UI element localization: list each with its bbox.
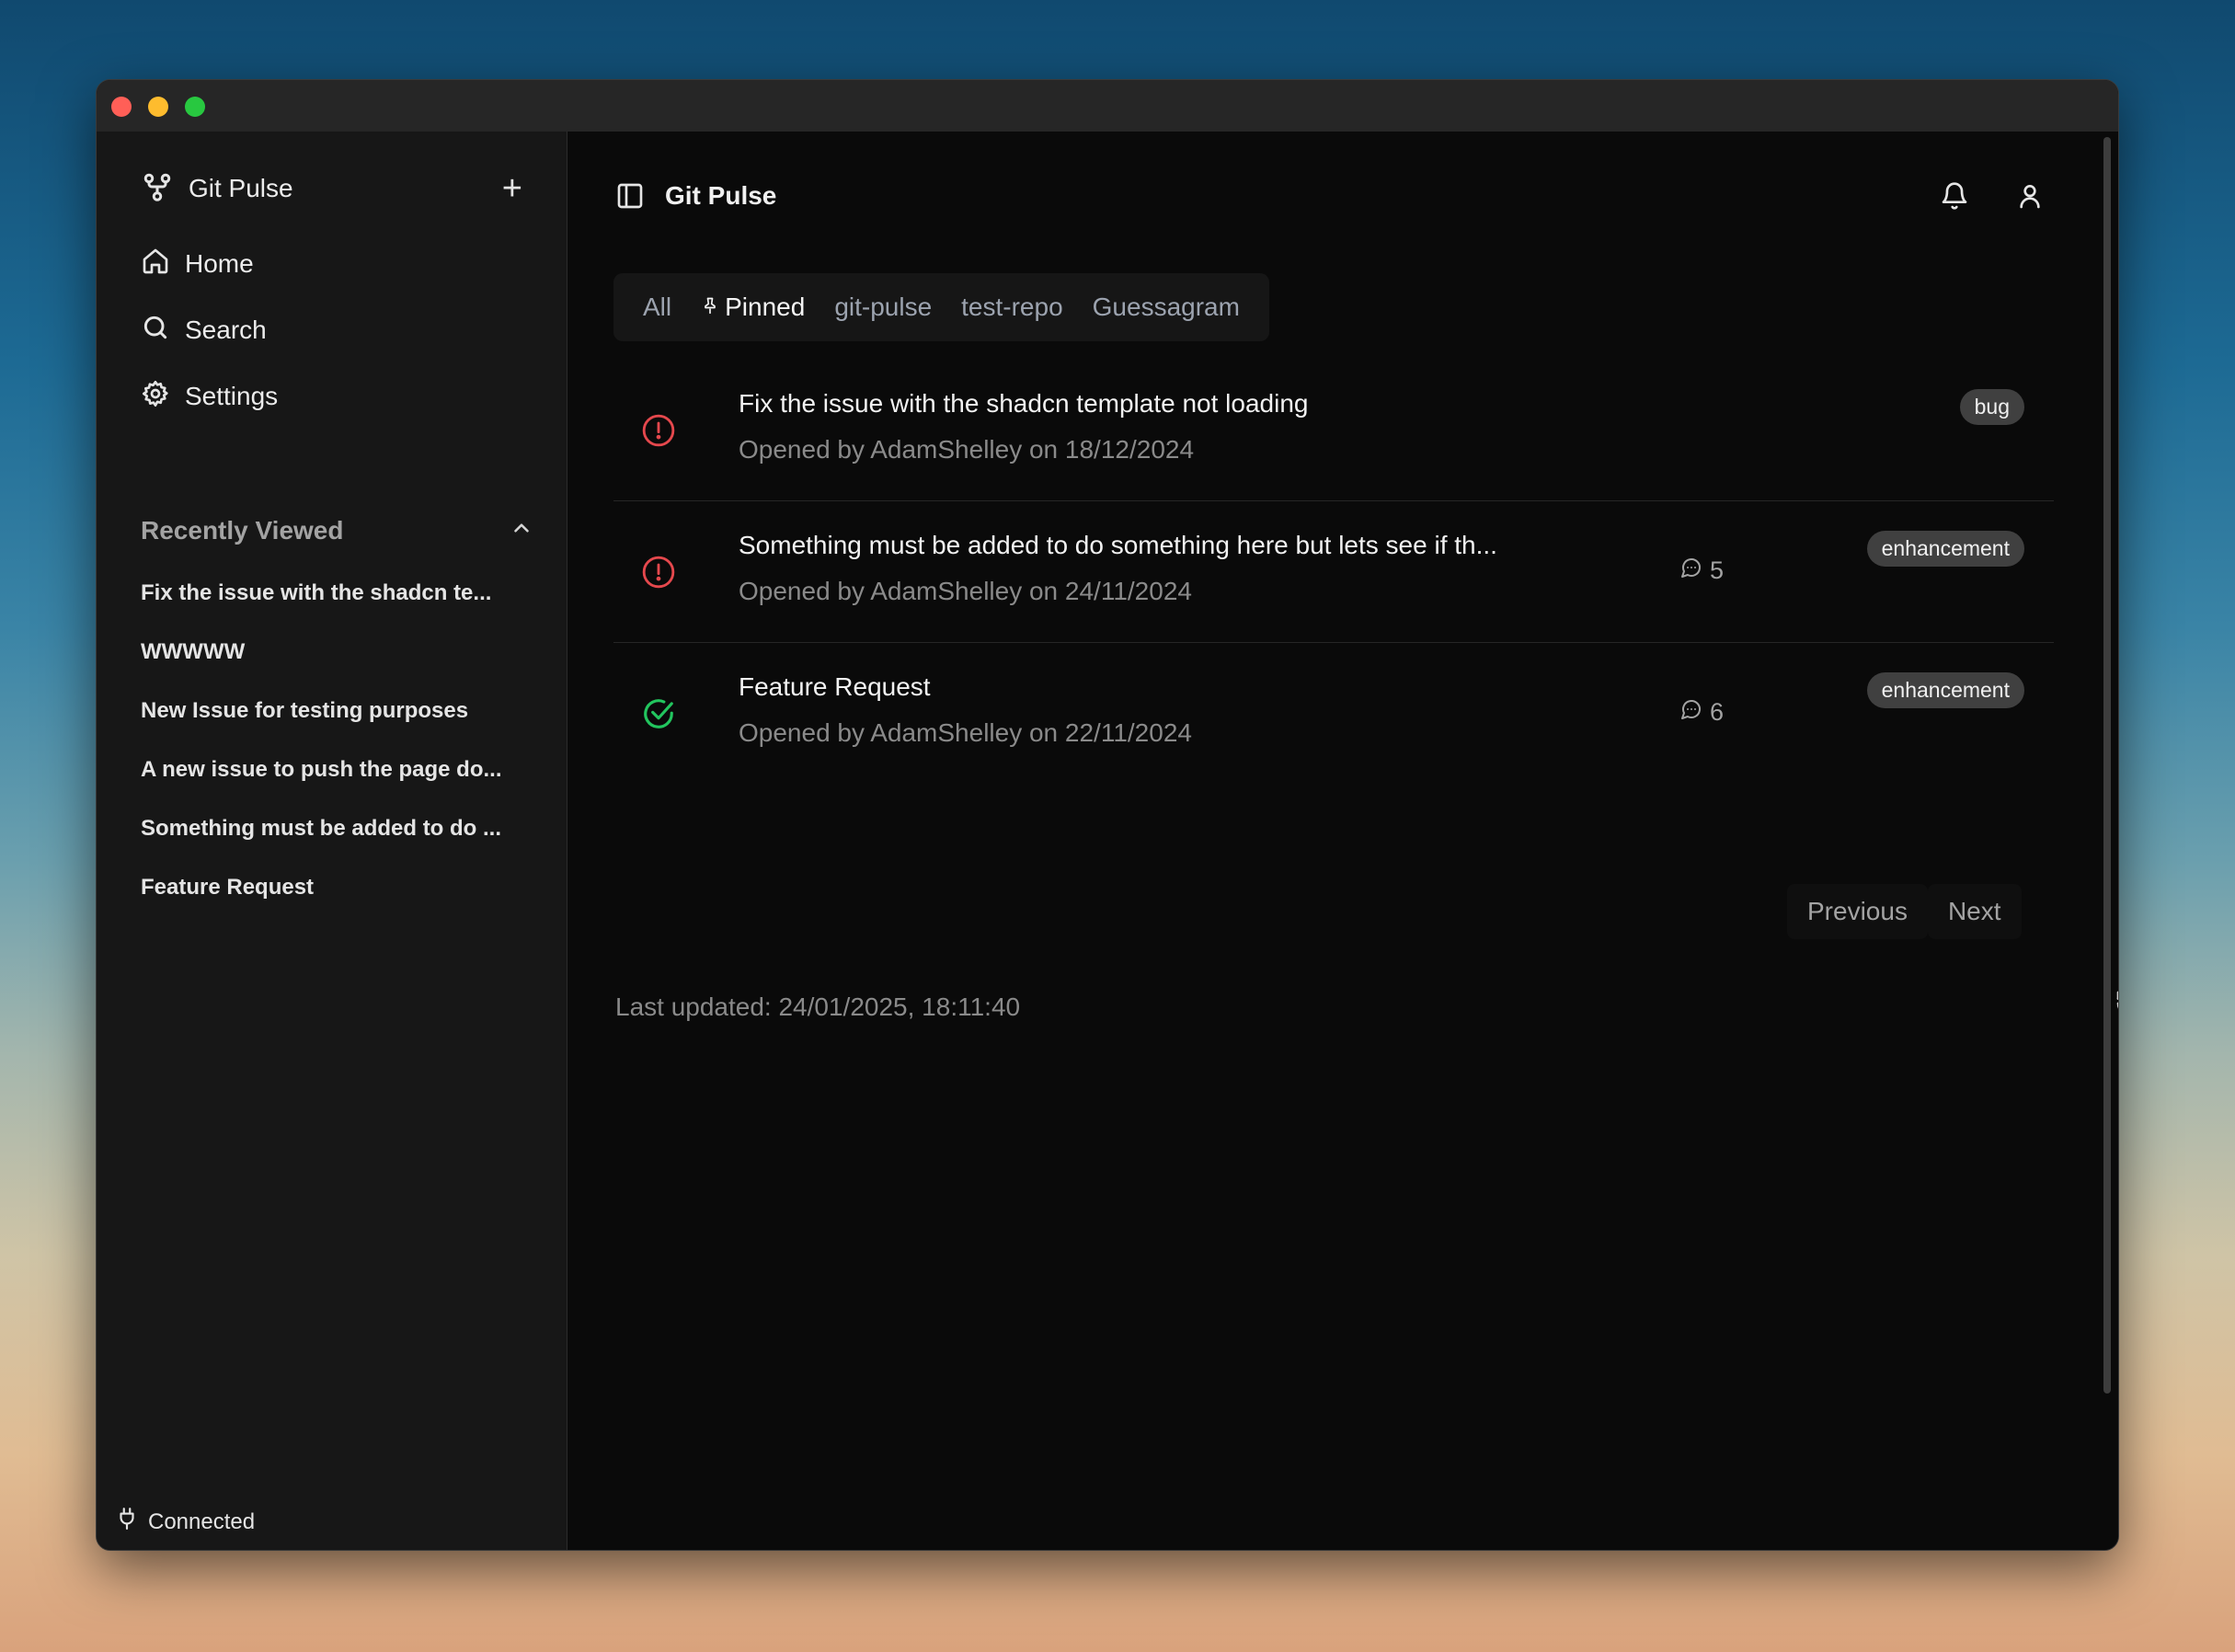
tab-git-pulse[interactable]: git-pulse <box>820 281 946 333</box>
title-bar <box>97 80 2118 132</box>
sidebar-item-home[interactable]: Home <box>141 244 254 284</box>
issue-meta: Opened by AdamShelley on 24/11/2024 <box>739 577 1192 605</box>
plug-icon <box>115 1507 139 1537</box>
user-icon[interactable] <box>2015 181 2045 211</box>
git-fork-icon <box>141 170 174 208</box>
main-panel: Git Pulse All Pinned git-pulse test-repo… <box>567 132 2118 1550</box>
home-icon <box>141 247 170 282</box>
recent-item[interactable]: Something must be added to do ... <box>141 799 533 858</box>
sidebar-item-label: Home <box>185 249 254 278</box>
comment-count-value: 5 <box>1710 556 1725 584</box>
chevron-up-icon <box>510 516 533 546</box>
issue-open-icon <box>641 555 676 594</box>
recent-item[interactable]: WWWWW <box>141 623 533 682</box>
issue-row[interactable]: Fix the issue with the shadcn template n… <box>613 360 2054 501</box>
tab-all[interactable]: All <box>628 281 686 333</box>
issue-list: Fix the issue with the shadcn template n… <box>613 360 2054 785</box>
pin-icon <box>701 293 719 322</box>
page-title: Git Pulse <box>665 181 777 210</box>
pagination: Previous Next <box>1787 884 2022 939</box>
issue-closed-icon <box>641 696 676 736</box>
scrollbar[interactable] <box>2103 137 2111 1394</box>
issue-meta: Opened by AdamShelley on 18/12/2024 <box>739 435 1195 464</box>
refresh-icon[interactable] <box>2115 989 2118 1023</box>
maximize-window-button[interactable] <box>185 97 205 117</box>
recent-item[interactable]: Fix the issue with the shadcn te... <box>141 564 533 623</box>
gear-icon <box>141 379 170 415</box>
recent-item[interactable]: New Issue for testing purposes <box>141 682 533 740</box>
bell-icon[interactable] <box>1940 181 1969 211</box>
sidebar-item-label: Search <box>185 315 267 344</box>
minimize-window-button[interactable] <box>148 97 168 117</box>
connection-status: Connected <box>115 1507 255 1537</box>
recently-viewed-toggle[interactable]: Recently Viewed <box>141 511 533 551</box>
issue-label-badge: bug <box>1959 389 2024 425</box>
previous-page-button[interactable]: Previous <box>1787 884 1928 939</box>
add-button[interactable]: + <box>502 171 522 206</box>
comment-icon <box>1680 556 1702 585</box>
comment-count-value: 6 <box>1710 698 1725 726</box>
comment-count: 5 <box>1680 556 1724 585</box>
repo-tabs: All Pinned git-pulse test-repo Guessagra… <box>613 273 1269 341</box>
sidebar: Git Pulse + Home Search Settings Recentl… <box>97 132 567 1550</box>
tab-pinned[interactable]: Pinned <box>686 281 820 333</box>
issue-row[interactable]: Something must be added to do something … <box>613 501 2054 643</box>
close-window-button[interactable] <box>111 97 132 117</box>
issue-label-badge: enhancement <box>1866 531 2024 567</box>
last-updated-text: Last updated: 24/01/2025, 18:11:40 <box>615 992 1021 1021</box>
issue-label-badge: enhancement <box>1866 672 2024 708</box>
connection-status-label: Connected <box>148 1509 256 1534</box>
recently-viewed-list: Fix the issue with the shadcn te... WWWW… <box>141 564 533 917</box>
comment-count: 6 <box>1680 698 1724 727</box>
comment-icon <box>1680 698 1702 727</box>
recent-item[interactable]: Feature Request <box>141 858 533 917</box>
tab-guessagram[interactable]: Guessagram <box>1078 281 1255 333</box>
sidebar-item-label: Settings <box>185 382 279 410</box>
issue-title: Fix the issue with the shadcn template n… <box>739 389 1309 418</box>
recent-item[interactable]: A new issue to push the page do... <box>141 740 533 799</box>
sidebar-header: Git Pulse + <box>141 170 522 207</box>
issue-meta: Opened by AdamShelley on 22/11/2024 <box>739 718 1192 747</box>
top-bar: Git Pulse <box>615 178 2045 214</box>
sidebar-item-search[interactable]: Search <box>141 310 267 350</box>
issue-row[interactable]: Feature Request Opened by AdamShelley on… <box>613 643 2054 785</box>
app-window: Git Pulse + Home Search Settings Recentl… <box>96 79 2119 1551</box>
sidebar-toggle-icon[interactable] <box>615 181 645 211</box>
issue-open-icon <box>641 413 676 453</box>
tab-test-repo[interactable]: test-repo <box>946 281 1078 333</box>
tab-pinned-label: Pinned <box>725 293 806 321</box>
issue-title: Feature Request <box>739 672 931 701</box>
next-page-button[interactable]: Next <box>1927 884 2022 939</box>
sidebar-item-settings[interactable]: Settings <box>141 376 278 417</box>
search-icon <box>141 313 170 349</box>
sidebar-app-title: Git Pulse <box>189 174 293 202</box>
recently-viewed-heading: Recently Viewed <box>141 516 344 545</box>
issue-title: Something must be added to do something … <box>739 531 1497 559</box>
